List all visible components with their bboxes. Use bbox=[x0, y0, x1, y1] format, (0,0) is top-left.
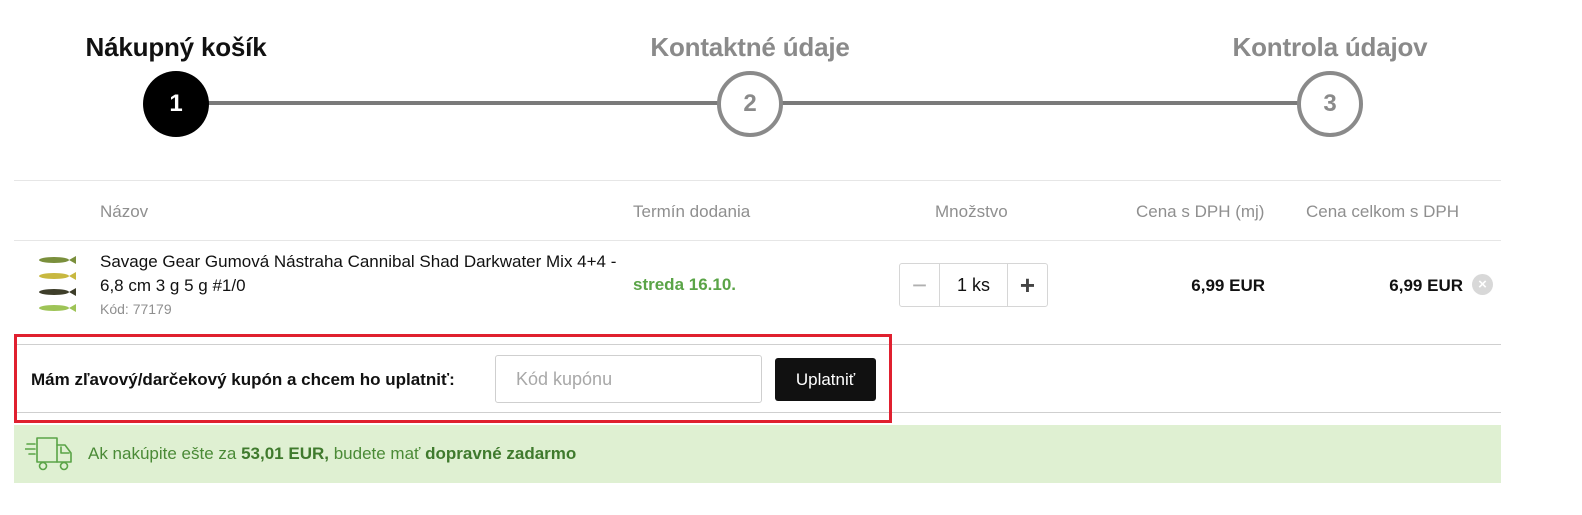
close-circle-icon[interactable]: × bbox=[1472, 274, 1493, 295]
step-number: 1 bbox=[143, 71, 209, 137]
product-code: Kód: 77179 bbox=[100, 301, 172, 317]
free-shipping-banner: Ak nakúpite ešte za 53,01 EUR, budete ma… bbox=[14, 425, 1501, 483]
shipping-middle: budete mať bbox=[328, 444, 426, 463]
total-price: 6,99 EUR bbox=[1389, 276, 1463, 295]
step-title: Nákupný košík bbox=[85, 32, 267, 62]
quantity-stepper: − 1 ks + bbox=[899, 263, 1048, 307]
free-shipping-text: Ak nakúpite ešte za 53,01 EUR, budete ma… bbox=[88, 444, 576, 464]
product-thumbnail[interactable] bbox=[36, 253, 78, 315]
shipping-amount: 53,01 EUR, bbox=[241, 444, 329, 463]
coupon-highlight-frame bbox=[14, 334, 892, 423]
shipping-highlight: dopravné zadarmo bbox=[425, 444, 577, 463]
step-title: Kontrola údajov bbox=[1232, 32, 1428, 62]
step-title: Kontaktné údaje bbox=[650, 32, 850, 62]
product-name[interactable]: Savage Gear Gumová Nástraha Cannibal Sha… bbox=[100, 250, 640, 298]
cart-item-row: Savage Gear Gumová Nástraha Cannibal Sha… bbox=[14, 241, 1501, 345]
fish-lure-image bbox=[39, 256, 76, 312]
stepper-line-1 bbox=[200, 101, 730, 105]
quantity-value[interactable]: 1 ks bbox=[940, 264, 1007, 306]
header-name: Názov bbox=[100, 202, 149, 221]
unit-price: 6,99 EUR bbox=[1191, 276, 1265, 295]
cart-table: Názov Termín dodania Množstvo Cena s DPH… bbox=[14, 180, 1501, 345]
delivery-date: streda 16.10. bbox=[633, 275, 737, 294]
header-delivery: Termín dodania bbox=[633, 202, 751, 221]
checkout-stepper: Nákupný košík 1 Kontaktné údaje 2 Kontro… bbox=[0, 0, 1582, 150]
header-quantity: Množstvo bbox=[935, 202, 1008, 221]
header-unit-price: Cena s DPH (mj) bbox=[1136, 202, 1265, 221]
step-number: 3 bbox=[1297, 71, 1363, 137]
step-number: 2 bbox=[717, 71, 783, 137]
delivery-truck-icon bbox=[25, 437, 72, 471]
table-header: Názov Termín dodania Množstvo Cena s DPH… bbox=[14, 180, 1501, 241]
shipping-prefix: Ak nakúpite ešte za bbox=[88, 444, 242, 463]
increase-quantity-button[interactable]: + bbox=[1007, 264, 1047, 306]
header-total-price: Cena celkom s DPH bbox=[1306, 202, 1460, 221]
stepper-line-2 bbox=[770, 101, 1310, 105]
decrease-quantity-button[interactable]: − bbox=[900, 264, 940, 306]
